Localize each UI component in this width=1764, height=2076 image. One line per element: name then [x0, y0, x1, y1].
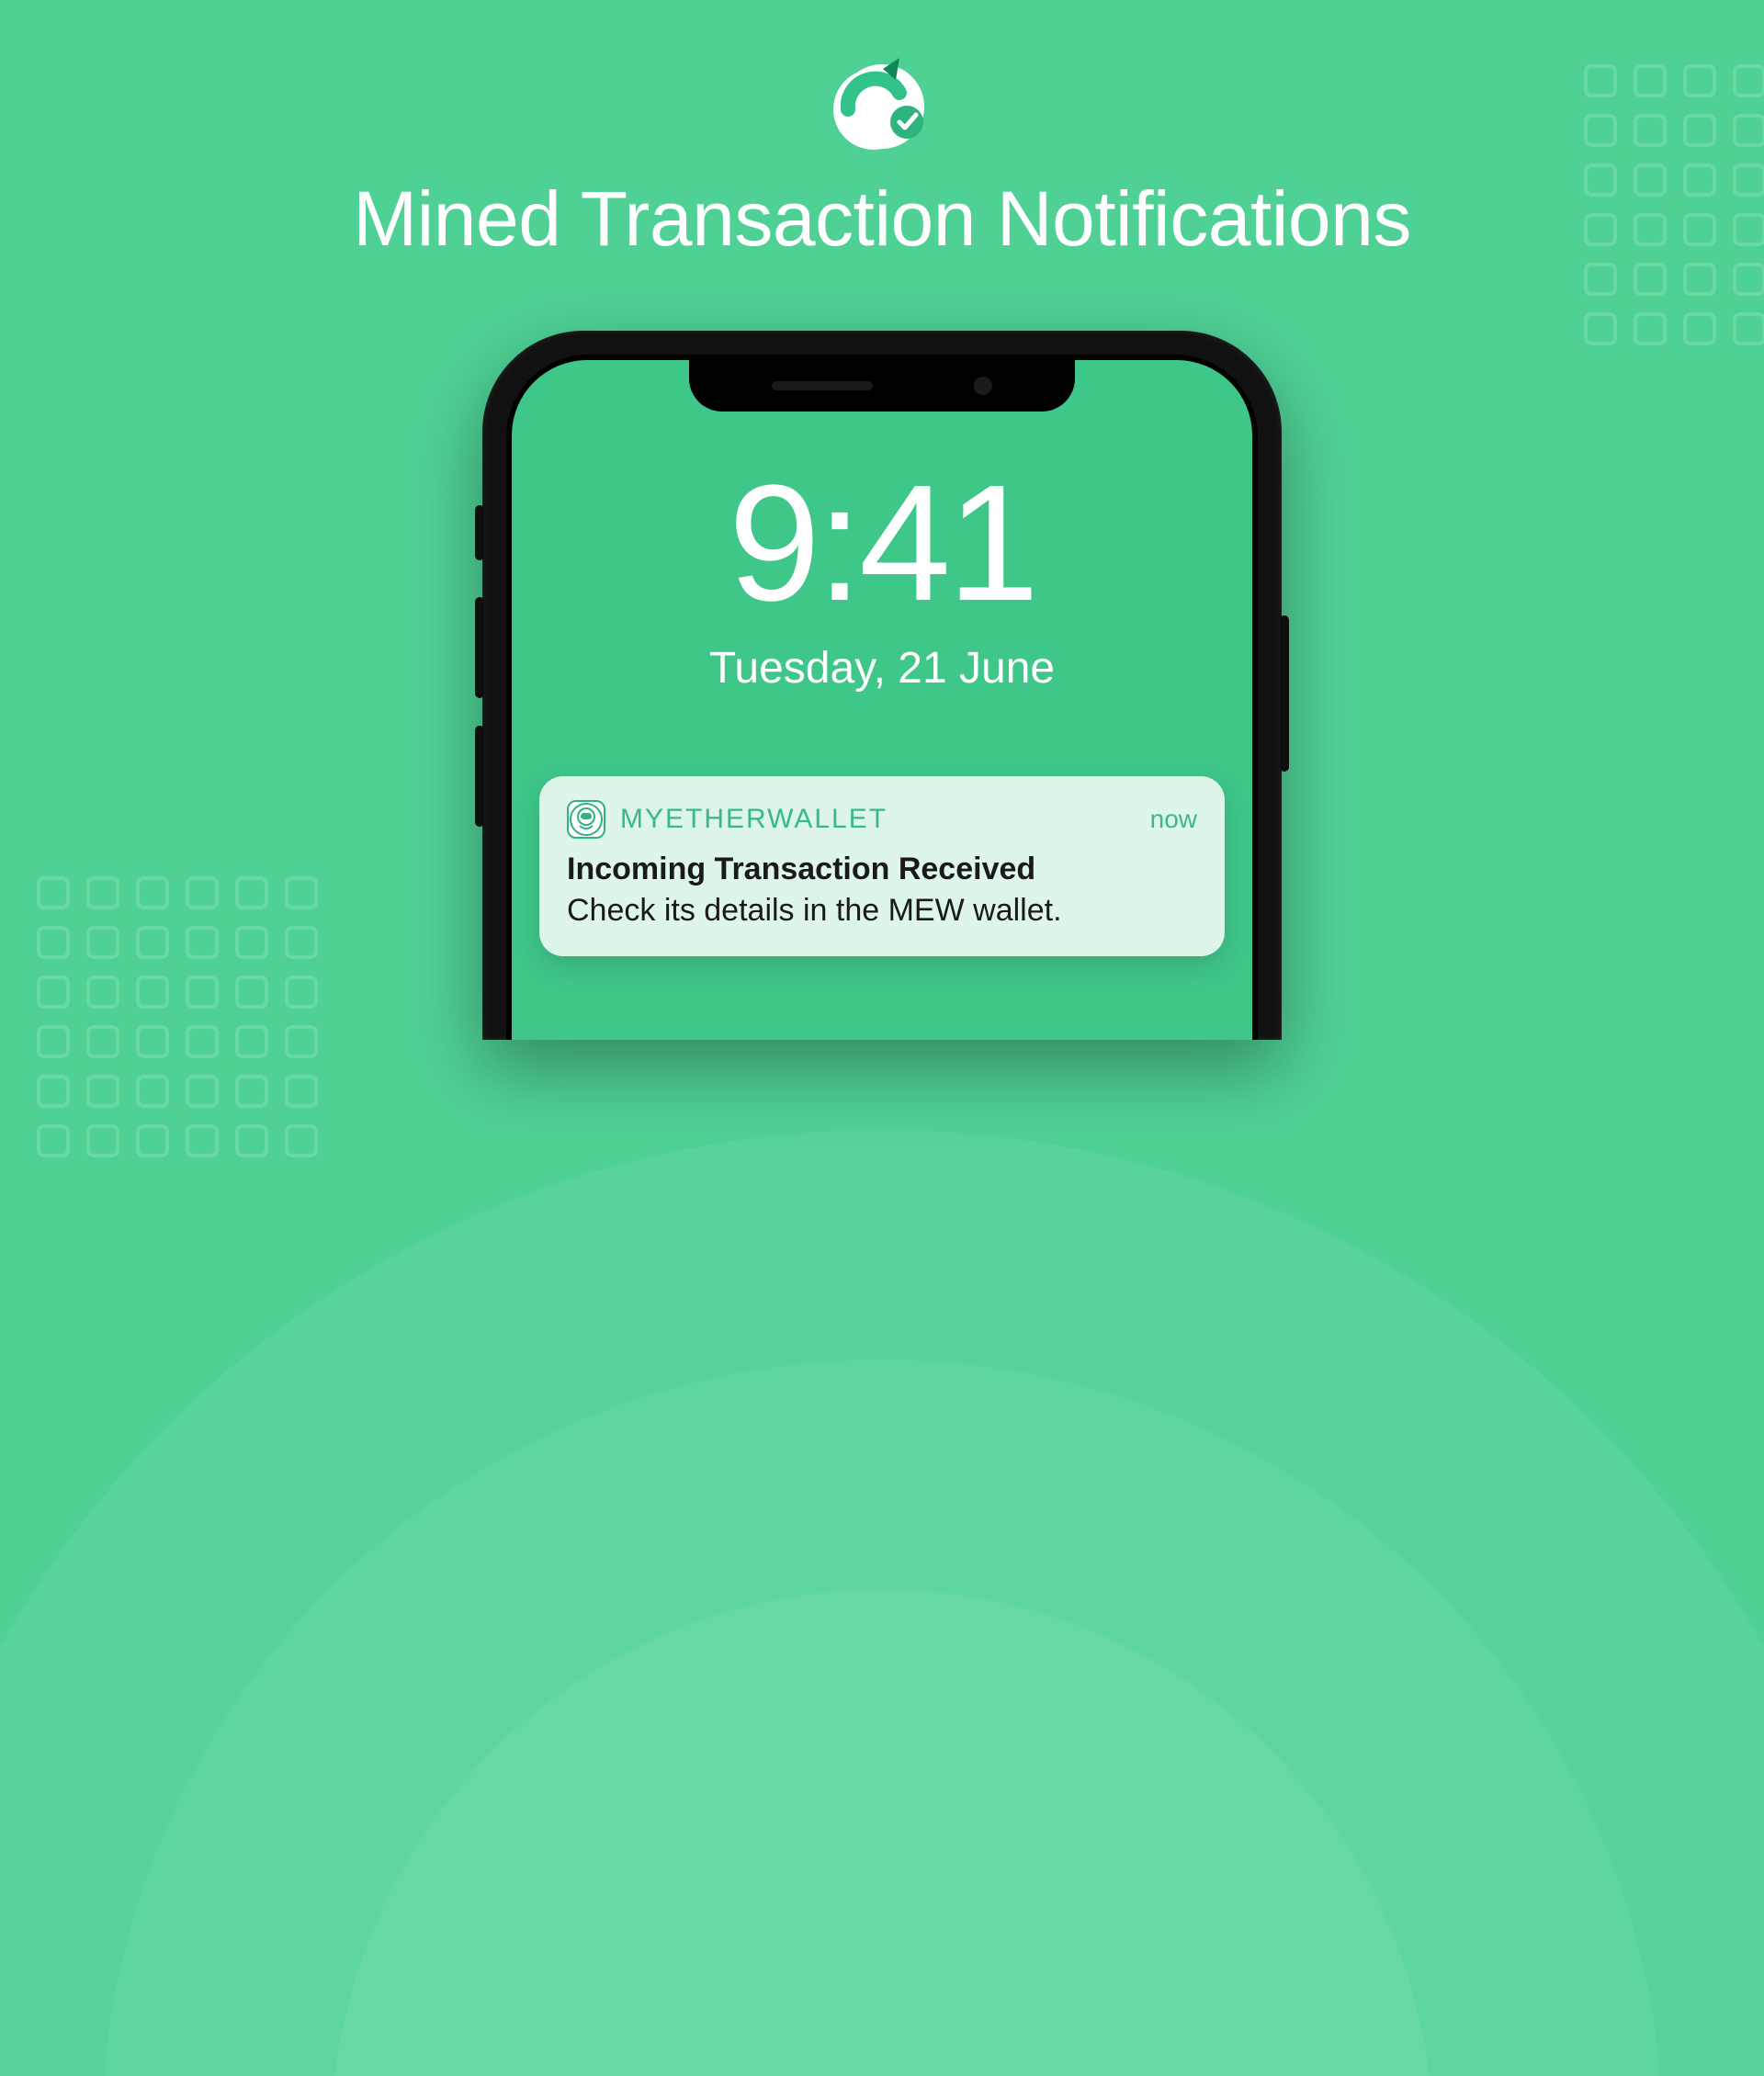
checkmark-circle-icon [831, 56, 933, 157]
notification-card[interactable]: MYETHERWALLET now Incoming Transaction R… [539, 776, 1225, 956]
phone-notch [689, 360, 1075, 412]
lock-screen-clock: 9:41 [539, 461, 1225, 626]
notification-body: Check its details in the MEW wallet. [567, 893, 1197, 929]
mew-astronaut-icon [567, 800, 605, 839]
background-rings [0, 1038, 1764, 2076]
phone-mockup: 9:41 Tuesday, 21 June MY [482, 331, 1282, 1040]
phone-volume-down-button [475, 726, 484, 827]
decorative-squares-bottom-left [37, 876, 318, 1157]
phone-front-camera [974, 377, 992, 395]
phone-screen: 9:41 Tuesday, 21 June MY [512, 360, 1252, 1040]
page-title: Mined Transaction Notifications [353, 175, 1411, 264]
phone-volume-up-button [475, 597, 484, 698]
logo-badge [840, 64, 924, 149]
phone-power-button [1280, 615, 1289, 772]
notification-app-name: MYETHERWALLET [620, 804, 888, 835]
notification-header: MYETHERWALLET now [567, 800, 1197, 839]
hero-section: Mined Transaction Notifications [0, 0, 1764, 264]
phone-speaker [772, 381, 873, 390]
notification-time: now [1150, 805, 1197, 834]
lock-screen-date: Tuesday, 21 June [539, 643, 1225, 694]
phone-frame: 9:41 Tuesday, 21 June MY [482, 331, 1282, 1040]
notification-title: Incoming Transaction Received [567, 852, 1197, 887]
phone-mute-switch [475, 505, 484, 560]
